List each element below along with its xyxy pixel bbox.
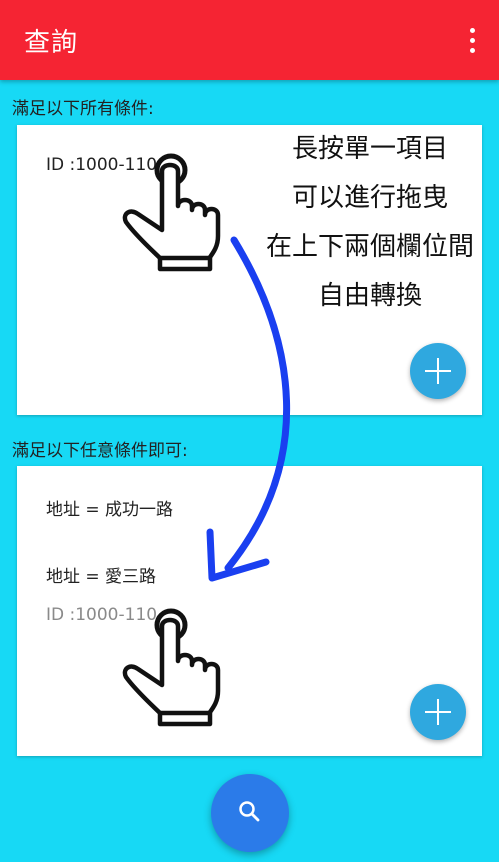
- add-any-condition-button[interactable]: [410, 684, 466, 740]
- more-vert-icon[interactable]: [469, 28, 477, 54]
- section-any-label: 滿足以下任意條件即可:: [12, 441, 188, 461]
- add-all-condition-button[interactable]: [410, 343, 466, 399]
- hand-pointer-icon: [122, 608, 221, 727]
- search-button[interactable]: [211, 774, 289, 852]
- app-title: 查詢: [24, 28, 79, 58]
- section-all-label: 滿足以下所有條件:: [12, 99, 154, 119]
- drag-arrow-icon: [206, 236, 290, 582]
- condition-item[interactable]: 地址 = 愛三路: [46, 562, 156, 587]
- hand-pointer-icon: [122, 153, 221, 272]
- instruction-line: 長按單一項目: [291, 134, 448, 164]
- instruction-line: 可以進行拖曳: [291, 183, 448, 213]
- condition-item[interactable]: 地址 = 成功一路: [46, 495, 173, 520]
- app-bar: 查詢: [0, 0, 499, 80]
- search-icon: [239, 801, 260, 822]
